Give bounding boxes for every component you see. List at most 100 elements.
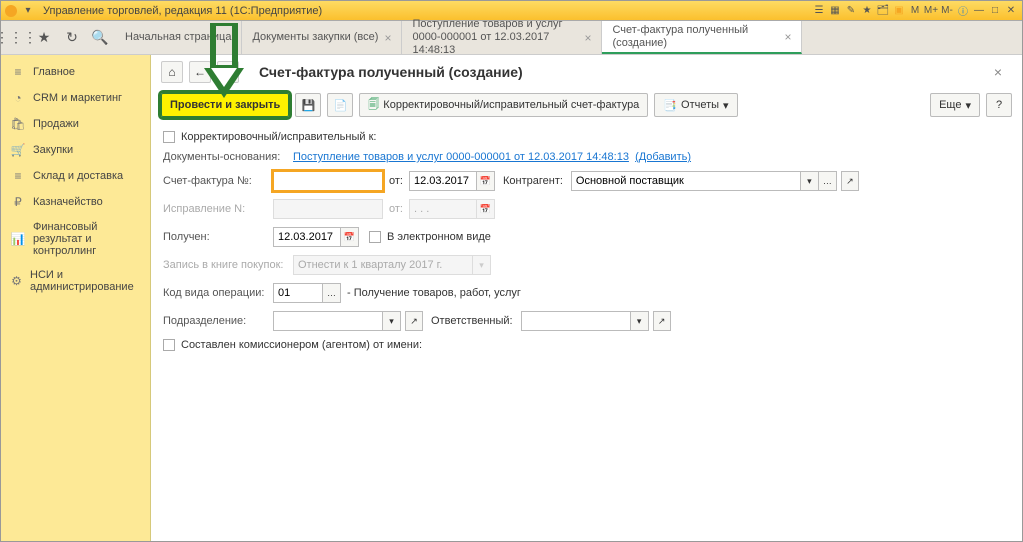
dropdown-icon[interactable]: ▾ — [383, 311, 401, 331]
form: Корректировочный/исправительный к: Докум… — [151, 125, 1022, 541]
tabsbar: ⋮⋮⋮ ★ ↻ 🔍 Начальная страница Документы з… — [1, 21, 1022, 55]
received-date-input[interactable] — [273, 227, 341, 247]
select-icon[interactable]: … — [323, 283, 341, 303]
maximize-button[interactable]: □ — [988, 4, 1002, 18]
sidebar-item-warehouse[interactable]: ≡Склад и доставка — [1, 163, 150, 189]
tb-tool-4[interactable]: ★ — [860, 4, 874, 18]
doc-icon: 🗐 — [368, 96, 379, 115]
electronic-checkbox[interactable] — [369, 231, 381, 243]
report-icon: 📑 — [663, 99, 677, 112]
tab-close-icon[interactable]: × — [384, 31, 391, 45]
sidebar: ≡Главное ◔CRM и маркетинг 🛍Продажи 🛒 Заку… — [1, 55, 151, 541]
help-button[interactable]: ? — [986, 93, 1012, 117]
sf-num-input[interactable] — [273, 171, 383, 191]
minimize-button[interactable]: — — [972, 4, 986, 18]
ispr-num-input — [273, 199, 383, 219]
apps-icon[interactable]: ⋮⋮⋮ — [7, 29, 25, 47]
calendar-icon-dim: 📅 — [477, 199, 495, 219]
tb-tool-2[interactable]: ▦ — [828, 4, 842, 18]
tab-purchase-docs[interactable]: Документы закупки (все) × — [242, 21, 402, 54]
more-button[interactable]: Еще▾ — [930, 93, 980, 117]
back-button[interactable]: ← — [189, 61, 211, 83]
responsible-label: Ответственный: — [431, 315, 513, 327]
home-button[interactable]: ⌂ — [161, 61, 183, 83]
chevron-down-icon: ▾ — [965, 99, 971, 112]
tb-tool-m-[interactable]: M- — [940, 4, 954, 18]
sf-num-label: Счет-фактура №: — [163, 175, 273, 187]
close-page-button[interactable]: × — [984, 64, 1012, 80]
tb-tool-info[interactable]: ⓘ — [956, 4, 970, 18]
select-icon[interactable]: … — [819, 171, 837, 191]
content-header: ⌂ ← → Счет-фактура полученный (создание)… — [151, 55, 1022, 89]
kontragent-input[interactable] — [571, 171, 801, 191]
chevron-down-icon: ▾ — [723, 99, 729, 112]
tb-tool-1[interactable]: ☰ — [812, 4, 826, 18]
sidebar-item-treasury[interactable]: ₽ Казначейство — [1, 189, 150, 215]
open-icon[interactable]: ↗ — [841, 171, 859, 191]
toolbar: Провести и закрыть 💾 📄 🗐Корректировочный… — [151, 89, 1022, 125]
basis-link[interactable]: Поступление товаров и услуг 0000-000001 … — [293, 151, 629, 163]
history-icon[interactable]: ↻ — [63, 29, 81, 47]
ot-label-2: от: — [389, 203, 403, 215]
sidebar-item-sales[interactable]: 🛍Продажи — [1, 111, 150, 137]
ispr-date-input — [409, 199, 477, 219]
tb-tool-m+[interactable]: M+ — [924, 4, 938, 18]
search-icon[interactable]: 🔍 — [91, 29, 109, 47]
dropdown-icon[interactable]: ▾ — [631, 311, 649, 331]
sidebar-item-nsi[interactable]: ⚙ НСИ и администрирование — [1, 263, 150, 299]
star-icon[interactable]: ★ — [35, 29, 53, 47]
dropdown-icon-dim: ▾ — [473, 255, 491, 275]
correction-button[interactable]: 🗐Корректировочный/исправительный счет-фа… — [359, 93, 648, 117]
calendar-icon[interactable]: 📅 — [341, 227, 359, 247]
tb-tool-m[interactable]: M — [908, 4, 922, 18]
tab-close-icon[interactable]: × — [584, 31, 591, 45]
bag-icon: 🛍 — [11, 117, 25, 131]
tb-tool-5[interactable]: 🗂 — [876, 4, 890, 18]
dropdown-icon[interactable]: ▾ — [801, 171, 819, 191]
gear-icon: ⚙ — [11, 274, 22, 288]
calendar-icon[interactable]: 📅 — [477, 171, 495, 191]
save-button[interactable]: 💾 — [295, 93, 321, 117]
barchart-icon: 📊 — [11, 232, 25, 246]
tab-close-icon[interactable]: × — [784, 30, 791, 44]
basis-add-link[interactable]: (Добавить) — [635, 151, 691, 163]
sidebar-label: Закупки — [33, 144, 73, 156]
responsible-input[interactable] — [521, 311, 631, 331]
correction-checkbox[interactable] — [163, 131, 175, 143]
sidebar-label: Казначейство — [33, 196, 103, 208]
sidebar-item-main[interactable]: ≡Главное — [1, 59, 150, 85]
tb-tool-3[interactable]: ✎ — [844, 4, 858, 18]
open-icon[interactable]: ↗ — [653, 311, 671, 331]
close-button[interactable]: ✕ — [1004, 4, 1018, 18]
division-input[interactable] — [273, 311, 383, 331]
page-title: Счет-фактура полученный (создание) — [259, 64, 523, 80]
sidebar-label: CRM и маркетинг — [33, 92, 122, 104]
sidebar-label: Главное — [33, 66, 75, 78]
dropdown-icon[interactable]: ▾ — [21, 4, 35, 18]
kontragent-label: Контрагент: — [503, 175, 563, 187]
book-input — [293, 255, 473, 275]
received-label: Получен: — [163, 231, 273, 243]
ruble-icon: ₽ — [11, 195, 25, 209]
sidebar-item-purchases[interactable]: 🛒 Закупки — [1, 137, 150, 163]
op-code-hint: - Получение товаров, работ, услуг — [347, 287, 521, 299]
sf-date-input[interactable] — [409, 171, 477, 191]
forward-button[interactable]: → — [217, 61, 239, 83]
tab-receipt[interactable]: Поступление товаров и услуг 0000-000001 … — [402, 21, 602, 54]
tab-invoice[interactable]: Счет-фактура полученный (создание) × — [602, 21, 802, 54]
sidebar-item-crm[interactable]: ◔CRM и маркетинг — [1, 85, 150, 111]
sidebar-item-finance[interactable]: 📊Финансовый результат и контроллинг — [1, 215, 150, 263]
op-code-label: Код вида операции: — [163, 287, 273, 299]
open-icon[interactable]: ↗ — [405, 311, 423, 331]
op-code-input[interactable] — [273, 283, 323, 303]
sidebar-label: НСИ и администрирование — [30, 269, 140, 293]
post-and-close-button[interactable]: Провести и закрыть — [161, 93, 289, 117]
komission-checkbox[interactable] — [163, 339, 175, 351]
post-button[interactable]: 📄 — [327, 93, 353, 117]
reports-button[interactable]: 📑Отчеты▾ — [654, 93, 737, 117]
app-icon — [5, 5, 17, 17]
cart-icon: 🛒 — [11, 143, 25, 157]
division-label: Подразделение: — [163, 315, 273, 327]
tb-tool-6[interactable]: ▣ — [892, 4, 906, 18]
tab-home[interactable]: Начальная страница — [115, 21, 242, 54]
